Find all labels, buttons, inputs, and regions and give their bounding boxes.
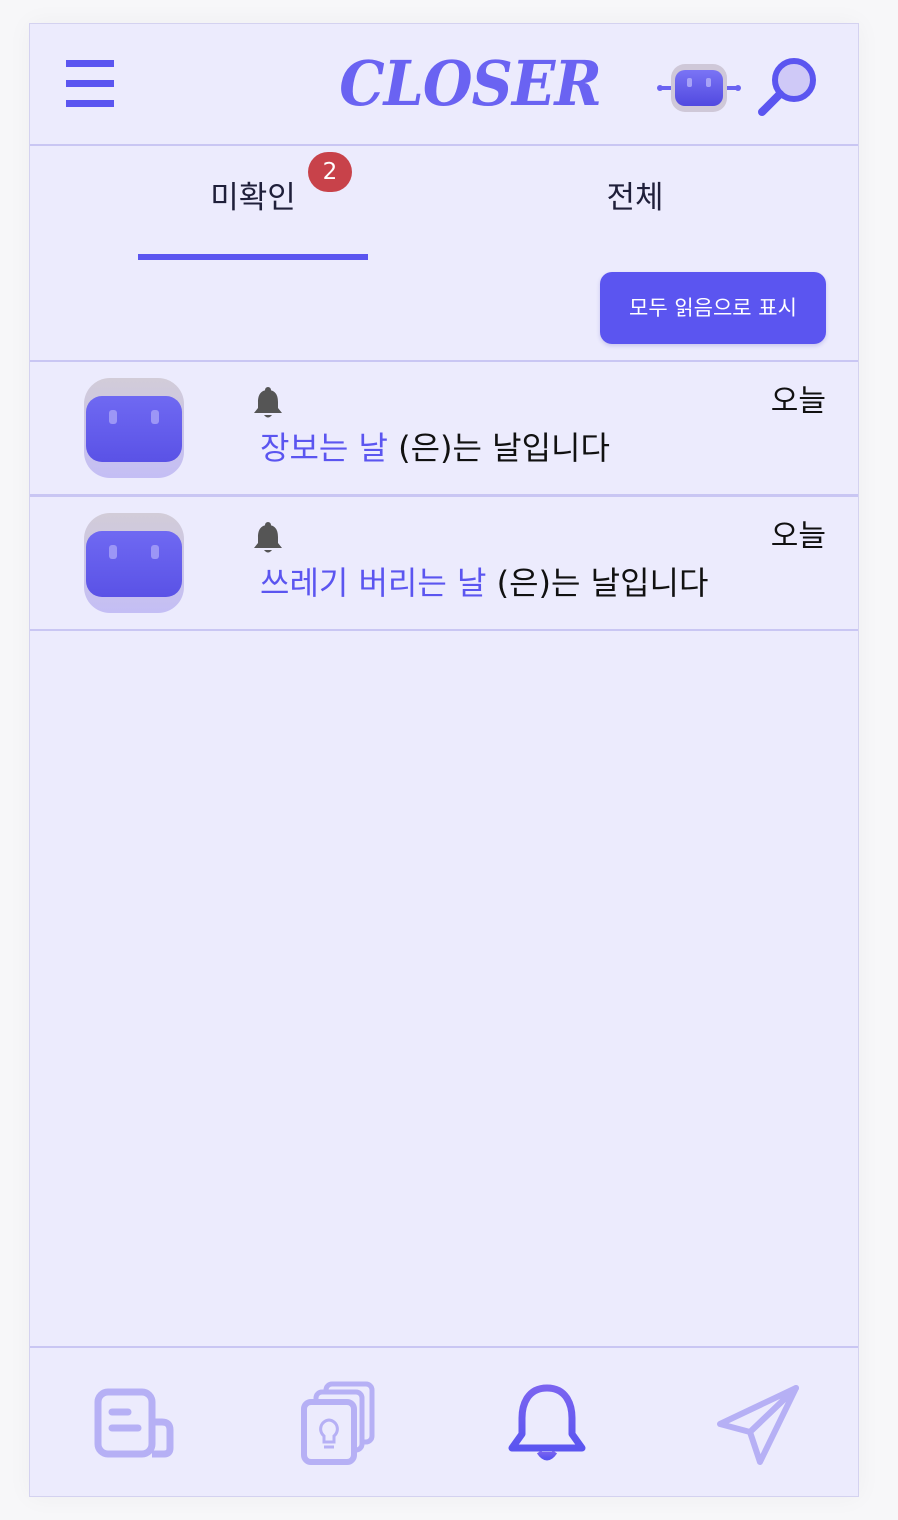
robot-avatar [84,513,184,613]
app-header: CLOSER [30,24,858,146]
notification-message: 장보는 날 (은)는 날입니다 [260,426,610,470]
mark-all-read-button[interactable]: 모두 읽음으로 표시 [600,272,826,344]
app-screen: CLOSER 미확인 2 전체 모두 읽음으로 표시 오늘 장보는 날 (은)는… [29,23,859,1497]
event-name[interactable]: 쓰레기 버리는 날 [260,564,486,602]
notification-date: 오늘 [770,519,826,554]
tab-unread[interactable]: 미확인 2 [138,144,368,262]
nav-idea-cards-icon[interactable] [296,1378,386,1468]
bell-icon [252,386,284,420]
nav-paper-plane-icon[interactable] [712,1378,802,1468]
notification-item[interactable]: 오늘 장보는 날 (은)는 날입니다 [30,362,858,497]
notification-message: 쓰레기 버리는 날 (은)는 날입니다 [260,561,708,605]
robot-icon[interactable] [654,60,744,116]
notification-suffix: (은)는 날입니다 [387,429,610,467]
notification-item[interactable]: 오늘 쓰레기 버리는 날 (은)는 날입니다 [30,497,858,631]
tab-all-label: 전체 [606,180,664,216]
notification-suffix: (은)는 날입니다 [486,564,709,602]
bottom-nav [30,1346,858,1498]
tab-all[interactable]: 전체 [520,144,750,262]
event-name[interactable]: 장보는 날 [260,429,388,467]
bell-icon [252,521,284,555]
robot-avatar [84,378,184,478]
notification-date: 오늘 [770,384,826,419]
active-tab-indicator [138,254,368,260]
nav-board-icon[interactable] [88,1378,178,1468]
notification-tabs: 미확인 2 전체 [30,144,858,264]
app-logo: CLOSER [339,47,602,120]
hamburger-menu-icon[interactable] [66,60,114,108]
unread-count-badge: 2 [308,152,352,192]
nav-bell-icon[interactable] [502,1376,592,1468]
search-icon[interactable] [754,52,824,122]
